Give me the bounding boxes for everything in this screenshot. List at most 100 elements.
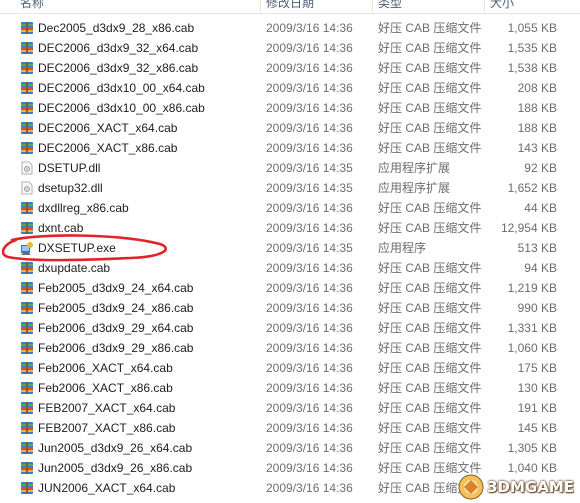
column-divider[interactable]	[372, 0, 373, 13]
file-modified-date: 2009/3/16 14:36	[266, 381, 353, 395]
file-modified-date: 2009/3/16 14:35	[266, 161, 353, 175]
cab-archive-icon	[20, 381, 34, 395]
file-modified-date: 2009/3/16 14:36	[266, 401, 353, 415]
file-name: FEB2007_XACT_x64.cab	[38, 401, 176, 415]
file-row[interactable]: DEC2006_d3dx9_32_x64.cab 2009/3/16 14:36 好…	[0, 38, 580, 58]
file-type: 应用程序扩展	[378, 181, 451, 195]
cab-archive-icon	[20, 21, 34, 35]
file-size: 188 KB	[517, 121, 557, 135]
dll-file-icon	[20, 161, 34, 175]
file-row[interactable]: Feb2006_d3dx9_29_x64.cab 2009/3/16 14:36 好…	[0, 318, 580, 338]
file-name: Feb2006_d3dx9_29_x64.cab	[38, 321, 194, 335]
file-type: 好压 CAB 压缩文件	[378, 81, 482, 95]
file-name: Feb2006_d3dx9_29_x86.cab	[38, 341, 194, 355]
file-modified-date: 2009/3/16 14:36	[266, 361, 353, 375]
cab-archive-icon	[20, 81, 34, 95]
file-name: Feb2005_d3dx9_24_x86.cab	[38, 301, 194, 315]
file-name: Feb2006_XACT_x86.cab	[38, 381, 173, 395]
file-name: Jun2005_d3dx9_26_x86.cab	[38, 461, 193, 475]
file-row[interactable]: DEC2006_d3dx9_32_x86.cab 2009/3/16 14:36 好…	[0, 58, 580, 78]
file-name: dxnt.cab	[38, 221, 84, 235]
file-type: 好压 CAB 压缩文件	[378, 61, 482, 75]
file-modified-date: 2009/3/16 14:36	[266, 61, 353, 75]
column-header-date[interactable]: 修改日期	[266, 0, 314, 12]
column-divider[interactable]	[260, 0, 261, 13]
file-row[interactable]: DEC2006_XACT_x86.cab 2009/3/16 14:36 好压 CA…	[0, 138, 580, 158]
cab-archive-icon	[20, 481, 34, 495]
file-row[interactable]: dxupdate.cab 2009/3/16 14:36 好压 CAB 压缩文件 94…	[0, 258, 580, 278]
file-type: 好压 CAB 压缩文件	[378, 341, 482, 355]
file-row[interactable]: DEC2006_XACT_x64.cab 2009/3/16 14:36 好压 CA…	[0, 118, 580, 138]
file-type: 好压 CAB 压缩文件	[378, 381, 482, 395]
file-name: DEC2006_XACT_x64.cab	[38, 121, 178, 135]
cab-archive-icon	[20, 461, 34, 475]
cab-archive-icon	[20, 301, 34, 315]
file-row[interactable]: dxdllreg_x86.cab 2009/3/16 14:36 好压 CAB 压缩…	[0, 198, 580, 218]
file-type: 好压 CAB 压缩文件	[378, 301, 482, 315]
file-size: 188 KB	[517, 101, 557, 115]
file-size: 44 KB	[524, 201, 557, 215]
file-modified-date: 2009/3/16 14:36	[266, 121, 353, 135]
file-row[interactable]: Feb2006_XACT_x64.cab 2009/3/16 14:36 好压 CA…	[0, 358, 580, 378]
file-type: 好压 CAB 压缩文件	[378, 281, 482, 295]
file-size: 143 KB	[517, 141, 557, 155]
column-header-size[interactable]: 大小	[490, 0, 514, 12]
file-row[interactable]: Feb2006_d3dx9_29_x86.cab 2009/3/16 14:36 好…	[0, 338, 580, 358]
file-name: DXSETUP.exe	[38, 241, 116, 255]
file-name: DSETUP.dll	[38, 161, 101, 175]
file-row[interactable]: DEC2006_d3dx10_00_x86.cab 2009/3/16 14:36…	[0, 98, 580, 118]
file-size: 92 KB	[524, 161, 557, 175]
file-row[interactable]: DSETUP.dll 2009/3/16 14:35 应用程序扩展 92 KB	[0, 158, 580, 178]
file-name: DEC2006_d3dx9_32_x86.cab	[38, 61, 199, 75]
file-row[interactable]: Feb2006_XACT_x86.cab 2009/3/16 14:36 好压 CA…	[0, 378, 580, 398]
file-row[interactable]: DXSETUP.exe 2009/3/16 14:35 应用程序 513 KB	[0, 238, 580, 258]
cab-archive-icon	[20, 281, 34, 295]
file-modified-date: 2009/3/16 14:36	[266, 41, 353, 55]
column-header-name[interactable]: 名称	[20, 0, 44, 12]
dll-file-icon	[20, 181, 34, 195]
file-name: DEC2006_d3dx10_00_x86.cab	[38, 101, 205, 115]
file-name: DEC2006_d3dx10_00_x64.cab	[38, 81, 205, 95]
file-name: FEB2007_XACT_x86.cab	[38, 421, 176, 435]
file-type: 好压 CAB 压缩文件	[378, 441, 482, 455]
cab-archive-icon	[20, 101, 34, 115]
file-size: 513 KB	[517, 241, 557, 255]
file-type: 好压 CAB 压缩文件	[378, 321, 482, 335]
file-type: 好压 CAB 压缩文件	[378, 21, 482, 35]
column-header-type[interactable]: 类型	[378, 0, 402, 12]
file-row[interactable]: dxnt.cab 2009/3/16 14:36 好压 CAB 压缩文件 12,954…	[0, 218, 580, 238]
file-size: 1,055 KB	[507, 21, 557, 35]
file-row[interactable]: Dec2005_d3dx9_28_x86.cab 2009/3/16 14:36 好…	[0, 18, 580, 38]
file-size: 1,652 KB	[507, 181, 557, 195]
file-modified-date: 2009/3/16 14:36	[266, 321, 353, 335]
file-row[interactable]: DEC2006_d3dx10_00_x64.cab 2009/3/16 14:36…	[0, 78, 580, 98]
cab-archive-icon	[20, 61, 34, 75]
file-type: 好压 CAB 压缩文件	[378, 141, 482, 155]
file-row[interactable]: dsetup32.dll 2009/3/16 14:35 应用程序扩展 1,652 K…	[0, 178, 580, 198]
file-name: DEC2006_d3dx9_32_x64.cab	[38, 41, 199, 55]
file-name: dxupdate.cab	[38, 261, 111, 275]
cab-archive-icon	[20, 261, 34, 275]
file-row[interactable]: Jun2005_d3dx9_26_x64.cab 2009/3/16 14:36 好…	[0, 438, 580, 458]
cab-archive-icon	[20, 201, 34, 215]
cab-archive-icon	[20, 121, 34, 135]
file-size: 94 KB	[524, 261, 557, 275]
file-modified-date: 2009/3/16 14:36	[266, 461, 353, 475]
file-row[interactable]: FEB2007_XACT_x64.cab 2009/3/16 14:36 好压 CA…	[0, 398, 580, 418]
file-name: DEC2006_XACT_x86.cab	[38, 141, 178, 155]
file-name: Jun2005_d3dx9_26_x64.cab	[38, 441, 193, 455]
file-size: 145 KB	[517, 421, 557, 435]
file-name: dxdllreg_x86.cab	[38, 201, 129, 215]
file-row[interactable]: FEB2007_XACT_x86.cab 2009/3/16 14:36 好压 CA…	[0, 418, 580, 438]
cab-archive-icon	[20, 321, 34, 335]
file-modified-date: 2009/3/16 14:36	[266, 281, 353, 295]
file-type: 好压 CAB 压缩文件	[378, 361, 482, 375]
file-modified-date: 2009/3/16 14:36	[266, 81, 353, 95]
file-modified-date: 2009/3/16 14:36	[266, 21, 353, 35]
file-list: Dec2005_d3dx9_28_x86.cab 2009/3/16 14:36 好…	[0, 18, 580, 498]
file-row[interactable]: Feb2005_d3dx9_24_x64.cab 2009/3/16 14:36 好…	[0, 278, 580, 298]
watermark: 3DMGAME	[458, 473, 574, 501]
file-size: 208 KB	[517, 81, 557, 95]
file-row[interactable]: Feb2005_d3dx9_24_x86.cab 2009/3/16 14:36 好…	[0, 298, 580, 318]
column-divider[interactable]	[484, 0, 485, 13]
